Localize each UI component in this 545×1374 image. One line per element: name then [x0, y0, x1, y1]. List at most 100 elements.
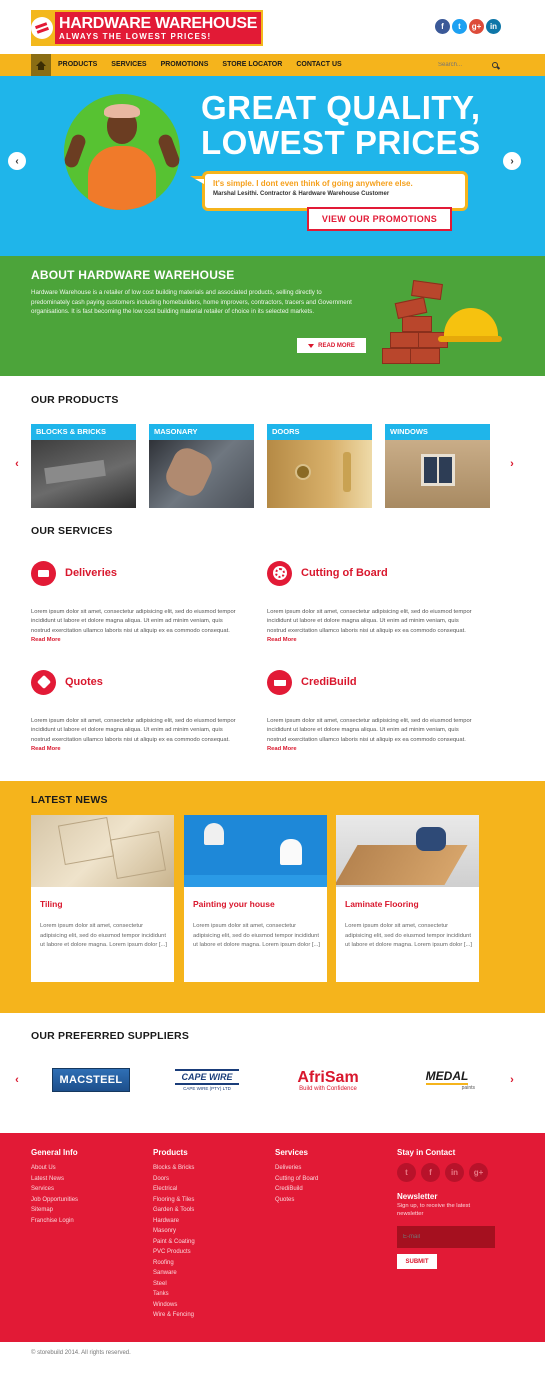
supplier-logo-cape-wire[interactable]: CAPE WIRE CAPE WIRE (PTY) LTD [161, 1060, 253, 1100]
service-read-more-link[interactable]: Read More [267, 746, 297, 752]
footer-link[interactable]: About Us [31, 1163, 78, 1174]
hero-banner: GREAT QUALITY, LOWEST PRICES It's simple… [0, 76, 545, 256]
nav-products[interactable]: PRODUCTS [51, 54, 104, 76]
footer-link[interactable]: PVC Products [153, 1247, 195, 1258]
news-title: LATEST NEWS [31, 794, 108, 806]
footer-link[interactable]: Services [31, 1184, 78, 1195]
site-footer: General Info About Us Latest News Servic… [0, 1133, 545, 1342]
footer-link[interactable]: CrediBuild [275, 1184, 318, 1195]
logo-title: HARDWARE WAREHOUSE [59, 15, 258, 32]
product-image [31, 440, 136, 508]
footer-link[interactable]: Paint & Coating [153, 1237, 195, 1248]
testimonial-quote: It's simple. I dont even think of going … [213, 179, 413, 188]
logo-tagline: ALWAYS THE LOWEST PRICES! [59, 32, 212, 41]
about-title: ABOUT HARDWARE WAREHOUSE [31, 268, 235, 282]
footer-link[interactable]: Sitemap [31, 1205, 78, 1216]
footer-link[interactable]: Latest News [31, 1174, 78, 1185]
news-card-laminate[interactable]: Laminate Flooring Lorem ipsum dolor sit … [336, 815, 479, 982]
nav-services[interactable]: SERVICES [104, 54, 153, 76]
supplier-logo-medal[interactable]: MEDAL paints [407, 1060, 487, 1100]
suppliers-prev-arrow-icon[interactable]: ‹ [12, 1074, 22, 1086]
facebook-icon[interactable]: f [435, 19, 450, 34]
google-plus-icon[interactable]: g+ [469, 19, 484, 34]
news-image [336, 815, 479, 887]
newsletter-email-input[interactable] [397, 1226, 495, 1248]
suppliers-carousel: MACSTEEL CAPE WIRE CAPE WIRE (PTY) LTD A… [31, 1060, 507, 1100]
footer-link[interactable]: Quotes [275, 1195, 318, 1206]
truck-icon [31, 560, 56, 586]
hero-prev-arrow-icon[interactable]: ‹ [8, 152, 26, 170]
site-header: HARDWARE WAREHOUSE ALWAYS THE LOWEST PRI… [0, 0, 545, 54]
service-deliveries: Deliveries Lorem ipsum dolor sit amet, c… [31, 560, 243, 643]
products-prev-arrow-icon[interactable]: ‹ [12, 458, 22, 470]
footer-link[interactable]: Masonry [153, 1226, 195, 1237]
service-read-more-link[interactable]: Read More [267, 637, 297, 643]
footer-general-info: General Info About Us Latest News Servic… [31, 1148, 78, 1226]
nav-contact-us[interactable]: CONTACT US [289, 54, 348, 76]
newsletter-submit-button[interactable]: SUBMIT [397, 1254, 437, 1269]
suppliers-next-arrow-icon[interactable]: › [507, 1074, 517, 1086]
about-text: Hardware Warehouse is a retailer of low … [31, 289, 352, 316]
products-next-arrow-icon[interactable]: › [507, 458, 517, 470]
footer-link[interactable]: Garden & Tools [153, 1205, 195, 1216]
linkedin-icon[interactable]: in [445, 1163, 464, 1182]
footer-link[interactable]: Hardware [153, 1216, 195, 1227]
service-read-more-link[interactable]: Read More [31, 637, 61, 643]
about-read-more-button[interactable]: READ MORE [297, 338, 366, 353]
header-social-links: f t g+ in [435, 19, 501, 34]
footer-link[interactable]: Wire & Fencing [153, 1310, 195, 1321]
newsletter-subtitle: Sign up, to receive the latest newslette… [397, 1203, 471, 1217]
footer-link[interactable]: Franchise Login [31, 1216, 78, 1227]
footer-link[interactable]: Windows [153, 1300, 195, 1311]
supplier-logo-afrisam[interactable]: AfriSam Build with Confidence [283, 1060, 373, 1100]
product-card-windows[interactable]: WINDOWS [385, 424, 490, 508]
credit-card-icon [267, 669, 292, 695]
main-nav: PRODUCTS SERVICES PROMOTIONS STORE LOCAT… [0, 54, 545, 76]
footer-link[interactable]: Job Opportunities [31, 1195, 78, 1206]
facebook-icon[interactable]: f [421, 1163, 440, 1182]
footer-social-links: t f in g+ [397, 1163, 497, 1182]
news-card-painting[interactable]: Painting your house Lorem ipsum dolor si… [184, 815, 327, 982]
nav-promotions[interactable]: PROMOTIONS [154, 54, 216, 76]
footer-link[interactable]: Doors [153, 1174, 195, 1185]
products-carousel: BLOCKS & BRICKS MASONARY DOORS WINDOWS [31, 424, 491, 508]
footer-link[interactable]: Cutting of Board [275, 1174, 318, 1185]
product-image [385, 440, 490, 508]
linkedin-icon[interactable]: in [486, 19, 501, 34]
footer-link[interactable]: Flooring & Tiles [153, 1195, 195, 1206]
home-icon[interactable] [31, 54, 51, 76]
service-credibuild: CrediBuild Lorem ipsum dolor sit amet, c… [267, 669, 479, 752]
footer-link[interactable]: Sanware [153, 1268, 195, 1279]
news-card-tiling[interactable]: Tiling Lorem ipsum dolor sit amet, conse… [31, 815, 174, 982]
product-image [267, 440, 372, 508]
footer-products: Products Blocks & Bricks Doors Electrica… [153, 1148, 195, 1321]
view-promotions-button[interactable]: VIEW OUR PROMOTIONS [307, 207, 452, 231]
footer-link[interactable]: Blocks & Bricks [153, 1163, 195, 1174]
hero-next-arrow-icon[interactable]: › [503, 152, 521, 170]
supplier-logo-macsteel[interactable]: MACSTEEL [49, 1060, 133, 1100]
product-card-doors[interactable]: DOORS [267, 424, 372, 508]
footer-link[interactable]: Electrical [153, 1184, 195, 1195]
site-logo[interactable]: HARDWARE WAREHOUSE ALWAYS THE LOWEST PRI… [31, 10, 264, 46]
news-image [184, 815, 327, 887]
service-cutting-of-board: Cutting of Board Lorem ipsum dolor sit a… [267, 560, 479, 643]
google-plus-icon[interactable]: g+ [469, 1163, 488, 1182]
search-input[interactable] [438, 58, 486, 72]
footer-link[interactable]: Steel [153, 1279, 195, 1290]
services-title: OUR SERVICES [31, 525, 113, 537]
twitter-icon[interactable]: t [397, 1163, 416, 1182]
service-read-more-link[interactable]: Read More [31, 746, 61, 752]
footer-link[interactable]: Deliveries [275, 1163, 318, 1174]
chevron-down-icon [308, 343, 315, 348]
testimonial-author: Marshal Lesithi. Contractor & Hardware W… [213, 191, 390, 197]
nav-search [438, 58, 501, 72]
nav-store-locator[interactable]: STORE LOCATOR [215, 54, 289, 76]
footer-link[interactable]: Tanks [153, 1289, 195, 1300]
search-icon[interactable] [492, 62, 498, 68]
footer-link[interactable]: Roofing [153, 1258, 195, 1269]
twitter-icon[interactable]: t [452, 19, 467, 34]
product-card-blocks-bricks[interactable]: BLOCKS & BRICKS [31, 424, 136, 508]
hero-customer-photo [64, 94, 180, 210]
news-image [31, 815, 174, 887]
product-card-masonary[interactable]: MASONARY [149, 424, 254, 508]
